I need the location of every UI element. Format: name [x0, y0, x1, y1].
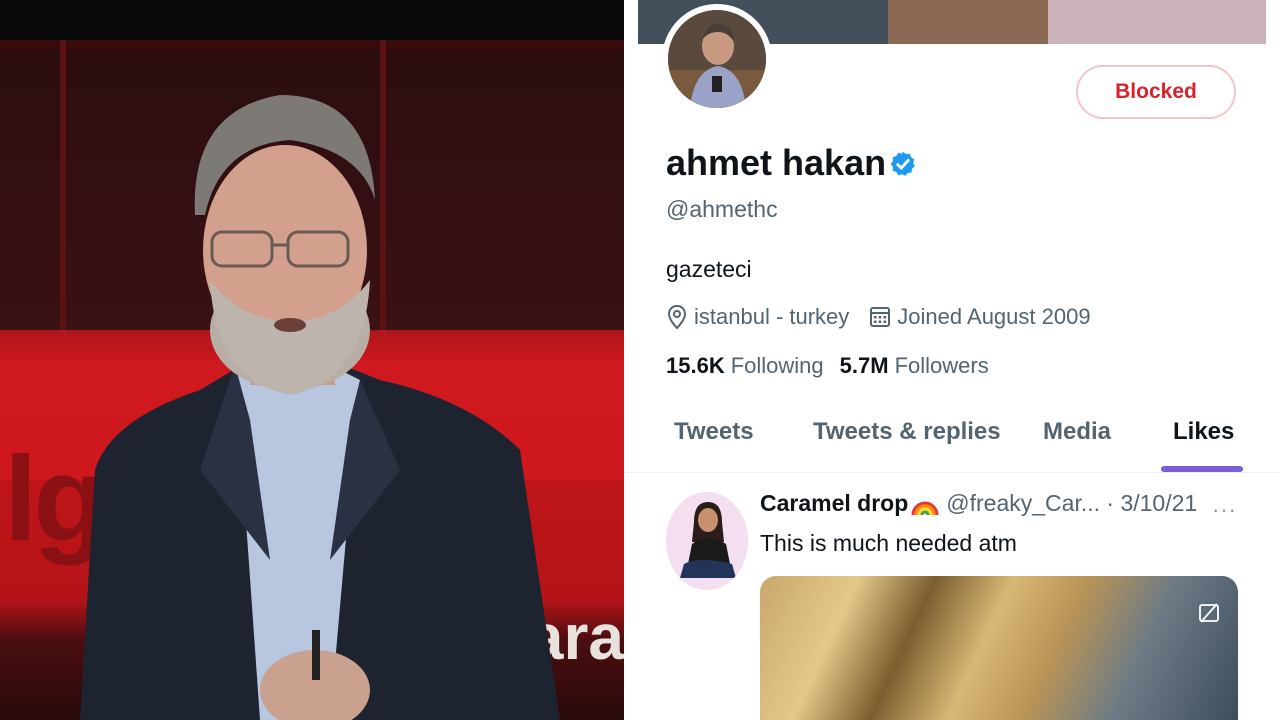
- following-count: 15.6K: [666, 353, 725, 378]
- followers-count: 5.7M: [839, 353, 889, 378]
- calendar-icon: [870, 307, 891, 327]
- followers-label: Followers: [894, 353, 989, 378]
- divider: [624, 472, 1280, 473]
- tab-likes[interactable]: Likes: [1173, 418, 1234, 446]
- following-link[interactable]: 15.6K Following: [666, 353, 824, 379]
- profile-display-name: ahmet hakan: [666, 142, 887, 183]
- following-label: Following: [730, 353, 824, 378]
- tweet-media[interactable]: [760, 576, 1238, 720]
- tweet-author-handle-date[interactable]: @freaky_Car... · 3/10/21: [946, 490, 1197, 517]
- tab-tweets-replies[interactable]: Tweets & replies: [813, 418, 1001, 446]
- followers-link[interactable]: 5.7M Followers: [840, 353, 989, 379]
- profile-joined-date: Joined August 2009: [897, 304, 1091, 329]
- tweet-author-avatar[interactable]: [666, 492, 748, 590]
- tweet-text: This is much needed atm: [760, 530, 1017, 556]
- blocked-button[interactable]: Blocked: [1076, 65, 1236, 119]
- profile-bio: gazeteci: [666, 256, 752, 282]
- more-icon[interactable]: ···: [1212, 497, 1237, 523]
- profile-stats: 15.6K Following 5.7M Followers: [666, 353, 989, 379]
- avatar[interactable]: [668, 10, 766, 108]
- profile-meta: istanbul - turkey Joined August 2009: [666, 302, 1091, 332]
- media-captions-icon[interactable]: [1198, 602, 1220, 624]
- news-photo: lg tara: [0, 0, 624, 720]
- verified-badge-icon: [890, 151, 915, 176]
- profile-location: istanbul - turkey: [694, 304, 850, 329]
- tweet-avatar-image: [666, 492, 748, 590]
- twitter-profile: Blocked ahmet hakan @ahmethc gazeteci is…: [624, 0, 1280, 720]
- tab-media[interactable]: Media: [1043, 418, 1111, 446]
- tweet-header: Caramel drop @freaky_Car... · 3/10/21: [760, 490, 1197, 517]
- location-pin-icon: [667, 304, 687, 330]
- profile-handle: @ahmethc: [666, 196, 778, 222]
- avatar-image: [668, 10, 766, 108]
- tweet-author-name[interactable]: Caramel drop: [760, 490, 908, 517]
- banner-segment: [1048, 0, 1266, 44]
- presenter-figure: [80, 95, 560, 720]
- rainbow-emoji-icon: [911, 501, 939, 515]
- tab-tweets[interactable]: Tweets: [674, 418, 754, 446]
- banner-segment: [888, 0, 1048, 44]
- profile-tabs: Tweets Tweets & replies Media Likes: [624, 410, 1280, 472]
